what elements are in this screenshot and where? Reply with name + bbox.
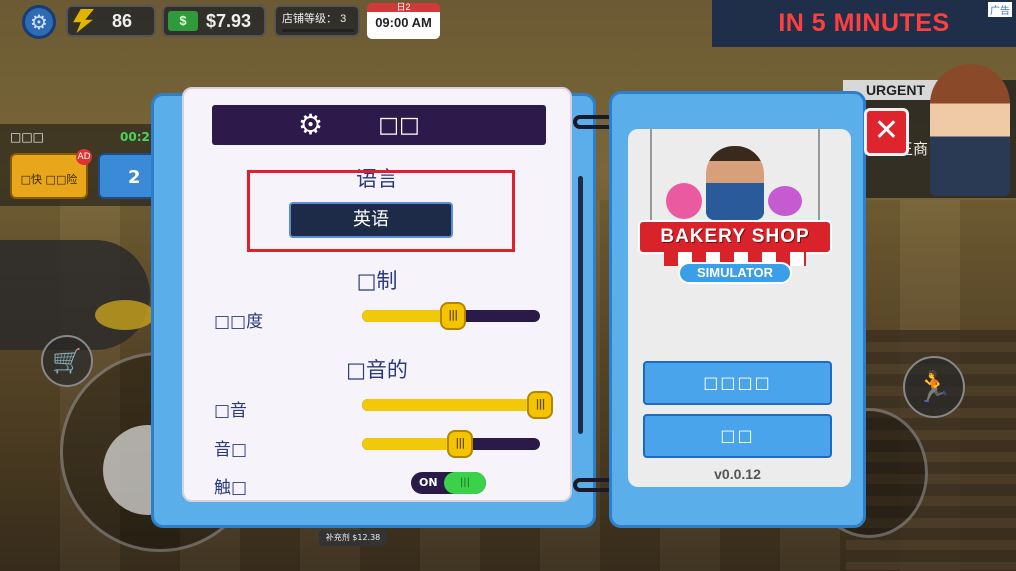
- ceiling-lamp: [0, 240, 150, 350]
- baker-mascot: [706, 146, 764, 220]
- logo-title: BAKERY SHOP: [638, 220, 832, 254]
- left-stats-label: □□□: [10, 130, 45, 144]
- energy-counter: 86: [66, 5, 156, 37]
- game-logo: BAKERY SHOP SIMULATOR: [638, 128, 832, 303]
- settings-header: ⚙ □□: [212, 105, 546, 145]
- money-counter: $ $7.93: [162, 5, 266, 37]
- version-label: v0.0.12: [714, 466, 761, 482]
- sensitivity-slider[interactable]: |||: [362, 302, 540, 330]
- clock-time: 09:00 AM: [375, 15, 432, 30]
- sign-chain-left: [650, 128, 652, 228]
- menu-button-secondary[interactable]: □□: [643, 414, 832, 458]
- donut-decoration: [768, 186, 802, 216]
- clock-day: 日2: [396, 2, 411, 12]
- sfx-label: 音□: [214, 440, 248, 460]
- hud-settings-gear-icon[interactable]: ⚙: [22, 5, 56, 39]
- ad-tag: 广告: [988, 2, 1012, 17]
- running-person-icon[interactable]: 🏃: [903, 356, 965, 418]
- settings-scrollbar[interactable]: [578, 176, 583, 434]
- energy-value: 86: [112, 10, 133, 31]
- watch-ad-label: □快 □□险: [20, 173, 78, 186]
- vibration-label: 触□: [214, 478, 248, 498]
- lollipop-decoration: [666, 183, 702, 219]
- cart-icon[interactable]: 🛒: [41, 335, 93, 387]
- store-level: 店铺等级： 3: [274, 5, 360, 37]
- settings-title: □□: [378, 112, 420, 138]
- cash-icon: $: [168, 11, 198, 31]
- sensitivity-slider-thumb[interactable]: |||: [439, 302, 466, 330]
- vibration-toggle[interactable]: ON |||: [411, 472, 486, 494]
- lightning-icon: [73, 9, 94, 33]
- bonus-value: 2: [128, 167, 141, 188]
- sign-chain-right: [818, 128, 820, 228]
- close-icon[interactable]: ✕: [864, 108, 909, 156]
- ad-badge: AD: [76, 149, 92, 165]
- sound-title: □音的: [346, 358, 408, 382]
- logo-subtitle: SIMULATOR: [678, 262, 792, 284]
- customer-avatar: [930, 64, 1010, 196]
- settings-paper: ⚙ □□ 语言 英语 □制 □□度 ||| □音的 □音 ||| 音□ ||| …: [182, 87, 572, 502]
- music-label: □音: [214, 401, 248, 421]
- lamp-glow: [95, 300, 155, 330]
- money-value: $7.93: [206, 10, 252, 31]
- language-highlight-box: [247, 170, 515, 252]
- bonus-button[interactable]: 2: [98, 153, 158, 199]
- left-stats: □□□ 00:2: [10, 130, 150, 144]
- sfx-slider[interactable]: |||: [362, 430, 540, 458]
- store-level-value: 3: [340, 13, 347, 25]
- price-tag: 补充剂 $12.38: [319, 530, 387, 546]
- watch-ad-button[interactable]: □快 □□险 AD: [10, 149, 92, 199]
- sfx-slider-fill: [362, 438, 460, 450]
- ad-banner[interactable]: IN 5 MINUTES 广告: [712, 0, 1016, 47]
- store-level-label: 店铺等级：: [282, 13, 337, 25]
- ad-banner-text: IN 5 MINUTES: [778, 9, 950, 37]
- music-slider[interactable]: |||: [362, 391, 553, 419]
- music-slider-thumb[interactable]: |||: [527, 391, 553, 419]
- music-slider-fill: [362, 399, 540, 411]
- store-level-progress: [282, 29, 354, 32]
- menu-button-primary[interactable]: □□□□: [643, 361, 832, 405]
- vibration-toggle-knob[interactable]: |||: [444, 472, 486, 494]
- controls-title: □制: [356, 269, 398, 293]
- left-stats-value: 00:2: [120, 130, 150, 144]
- game-clock: 日2 09:00 AM: [367, 3, 440, 39]
- gear-icon: ⚙: [298, 108, 324, 141]
- vibration-state: ON: [419, 476, 438, 489]
- sensitivity-label: □□度: [214, 312, 264, 332]
- sfx-slider-thumb[interactable]: |||: [446, 430, 473, 458]
